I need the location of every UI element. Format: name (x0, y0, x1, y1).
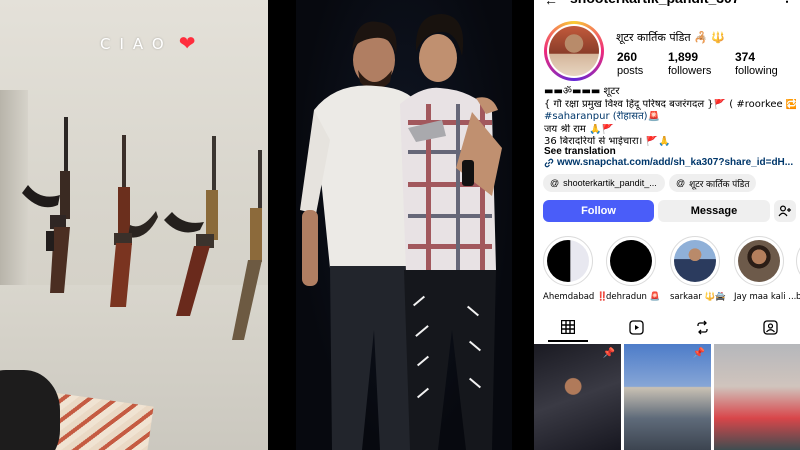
highlight-cover (738, 240, 780, 282)
followers-count: 1,899 (668, 50, 699, 64)
reels-tab[interactable] (626, 317, 646, 337)
grid-post[interactable]: 📌 (624, 344, 711, 450)
highlight-label: sarkaar 🔱🚔 (670, 292, 726, 302)
following-label: following (735, 65, 778, 77)
profile-bio: ▬▬ॐ▬▬▬ शूटर { गौ रक्षा प्रमुख विश्व हिंद… (544, 86, 796, 149)
posts-label: posts (617, 65, 644, 77)
reels-tab-icon (628, 319, 644, 335)
threads-chip-label: shooterkartik_pandit_... (563, 178, 657, 188)
grid-tab-icon (561, 320, 575, 334)
profile-avatar[interactable] (544, 21, 604, 81)
highlight-ring (606, 236, 656, 286)
grid-post[interactable]: 📌 (534, 344, 621, 450)
bio-line: ▬▬ॐ▬▬▬ शूटर (544, 86, 620, 97)
avatar-image (549, 26, 599, 76)
suggested-users-button[interactable] (774, 200, 796, 222)
heart-icon: ❤ (178, 33, 196, 55)
bio-line[interactable]: #saharanpur (रीहासत)🚨 (544, 111, 796, 124)
grid-post[interactable] (714, 344, 800, 450)
profile-tabs (534, 312, 800, 342)
story-photo-panel: CIAO ❤ (0, 0, 268, 450)
profile-header-bar: ← shooterkartik_pandit_307 ⋮ (534, 0, 800, 8)
follow-button[interactable]: Follow (543, 200, 654, 222)
story-caption-text: CIAO (100, 35, 173, 53)
group-photo-panel (296, 0, 512, 450)
pin-icon: 📌 (692, 348, 705, 359)
external-link-text: www.snapchat.com/add/sh_ka307?share_id=d… (557, 157, 794, 168)
add-user-icon (778, 205, 791, 217)
threads-icon: @ (676, 178, 686, 188)
threads-chip[interactable]: @ shooterkartik_pandit_... (543, 174, 665, 192)
rifle-3 (164, 136, 218, 316)
profile-username: shooterkartik_pandit_307 (570, 0, 740, 6)
instagram-profile-screen: ← shooterkartik_pandit_307 ⋮ शूटर कार्ति… (534, 0, 800, 450)
see-translation-link[interactable]: See translation (544, 146, 616, 157)
more-icon[interactable]: ⋮ (780, 0, 794, 5)
highlight-label: bi (796, 292, 800, 302)
reposts-tab-icon (696, 320, 708, 334)
posts-count: 260 (617, 50, 638, 64)
screenshot-collage: CIAO ❤ ← शूटर कार्तिक पंडित 🦂 🔱 260 post… (0, 0, 800, 450)
stat-following[interactable]: 374 following (735, 50, 778, 77)
highlight-item[interactable]: sarkaar 🔱🚔 (670, 236, 726, 302)
bio-line: जय श्री राम 🙏🚩 (544, 123, 614, 135)
reposts-tab[interactable] (692, 317, 712, 337)
two-men-photo (300, 14, 502, 450)
highlight-item[interactable]: Jay maa kali ... (734, 236, 797, 302)
active-tab-indicator (548, 340, 588, 342)
highlight-ring (734, 236, 784, 286)
rifle-2 (110, 135, 158, 307)
stat-posts[interactable]: 260 posts (617, 50, 643, 77)
highlight-ring (796, 236, 800, 286)
stat-followers[interactable]: 1,899 followers (668, 50, 711, 77)
threads-name-chip[interactable]: @ शूटर कार्तिक पंडित (669, 174, 757, 192)
highlight-label: Jay maa kali ... (734, 292, 797, 302)
highlight-cover (674, 240, 716, 282)
highlight-item[interactable]: bi (796, 236, 800, 302)
grid-tab[interactable] (558, 317, 578, 337)
link-icon (544, 158, 554, 167)
rifle-4 (232, 150, 262, 340)
tagged-tab-icon (762, 319, 778, 335)
highlight-cover (547, 240, 589, 282)
profile-external-link[interactable]: www.snapchat.com/add/sh_ka307?share_id=d… (544, 157, 793, 168)
following-count: 374 (735, 50, 756, 64)
avatar-border (547, 24, 601, 78)
threads-icon: @ (550, 178, 560, 188)
highlight-item[interactable]: dehradun 🚨 (606, 236, 661, 302)
bio-line: { गौ रक्षा प्रमुख विश्व हिंदू परिषद बजरं… (544, 98, 796, 110)
threads-name-label: शूटर कार्तिक पंडित (689, 178, 750, 189)
story-caption: CIAO ❤ (100, 34, 195, 54)
tagged-tab[interactable] (760, 317, 780, 337)
post-grid: 📌 📌 (534, 344, 800, 450)
highlight-ring (543, 236, 593, 286)
profile-display-name: शूटर कार्तिक पंडित 🦂 🔱 (616, 31, 726, 44)
highlight-label: dehradun 🚨 (606, 292, 661, 302)
highlight-item[interactable]: Ahemdabad ‼️ (543, 236, 608, 302)
message-button[interactable]: Message (658, 200, 770, 222)
highlight-ring (670, 236, 720, 286)
highlight-label: Ahemdabad ‼️ (543, 292, 608, 302)
followers-label: followers (668, 65, 712, 77)
highlight-cover (610, 240, 652, 282)
back-arrow-icon[interactable]: ← (544, 0, 558, 8)
pin-icon: 📌 (602, 348, 615, 359)
rifle-1 (22, 117, 70, 293)
